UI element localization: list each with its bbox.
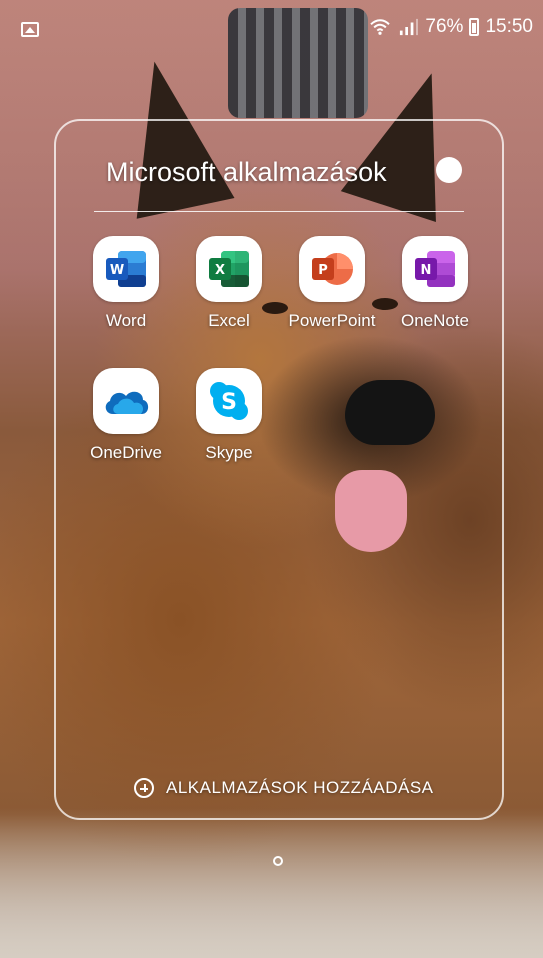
- app-onenote[interactable]: N OneNote: [385, 236, 485, 331]
- app-label: Excel: [208, 311, 250, 330]
- image-icon: [21, 22, 39, 37]
- status-right-group: 76% 15:50: [369, 16, 533, 38]
- wifi-icon: [370, 19, 391, 35]
- app-label: Word: [105, 311, 147, 330]
- add-apps-label: ALKALMAZÁSOK HOZZÁADÁSA: [166, 778, 434, 797]
- home-screen: 76% 15:50 Microsoft alkalmazások W Word: [0, 0, 543, 958]
- signal-icon: [400, 18, 419, 36]
- app-excel[interactable]: X Excel: [179, 236, 279, 331]
- status-bar: 76% 15:50: [0, 0, 543, 58]
- app-word[interactable]: W Word: [76, 236, 176, 331]
- app-label: Skype: [205, 443, 253, 462]
- app-skype[interactable]: S Skype: [179, 368, 279, 463]
- app-label: OneNote: [400, 311, 470, 330]
- folder-divider: [94, 211, 464, 212]
- svg-text:N: N: [421, 263, 432, 278]
- folder-color-toggle[interactable]: [436, 157, 462, 183]
- battery-percent: 76%: [425, 16, 464, 37]
- clock: 15:50: [485, 16, 533, 37]
- skype-icon[interactable]: S: [196, 368, 262, 434]
- onedrive-icon[interactable]: [93, 368, 159, 434]
- app-onedrive[interactable]: OneDrive: [76, 368, 176, 463]
- app-label: OneDrive: [90, 443, 162, 462]
- svg-text:S: S: [221, 390, 237, 415]
- wallpaper-floor: [0, 808, 543, 958]
- folder-title[interactable]: Microsoft alkalmazások: [106, 157, 387, 188]
- excel-icon[interactable]: X: [196, 236, 262, 302]
- svg-text:P: P: [318, 263, 328, 278]
- app-powerpoint[interactable]: P PowerPoint: [282, 236, 382, 331]
- word-icon[interactable]: W: [93, 236, 159, 302]
- plus-circle-icon: [134, 778, 154, 798]
- svg-text:W: W: [110, 263, 124, 278]
- powerpoint-icon[interactable]: P: [299, 236, 365, 302]
- onenote-icon[interactable]: N: [402, 236, 468, 302]
- svg-text:X: X: [215, 263, 225, 278]
- app-folder: Microsoft alkalmazások W Word X Excel P …: [54, 119, 504, 820]
- battery-icon: [469, 18, 480, 36]
- app-label: PowerPoint: [288, 311, 376, 330]
- add-apps-button[interactable]: ALKALMAZÁSOK HOZZÁADÁSA: [134, 778, 434, 798]
- page-indicator[interactable]: [273, 856, 283, 866]
